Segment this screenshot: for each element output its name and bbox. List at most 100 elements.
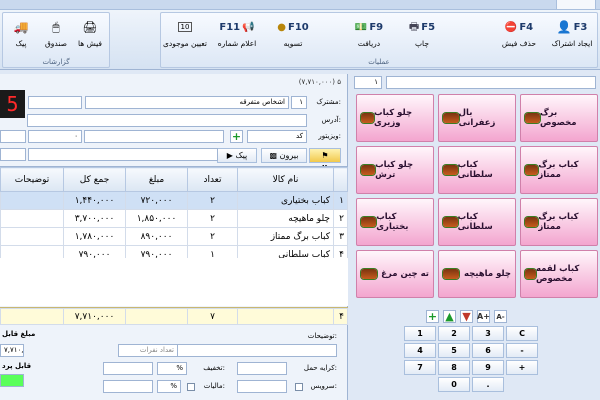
row-count: ۴ bbox=[333, 308, 348, 325]
key-0[interactable]: 0 bbox=[438, 377, 470, 392]
table-row[interactable]: ۱ کباب بختیاری ۲ ۷۲۰,۰۰۰ ۱,۴۴۰,۰۰۰ bbox=[0, 191, 348, 210]
add-waiter-button[interactable]: + bbox=[230, 130, 243, 143]
discount-percent-field[interactable]: % bbox=[157, 362, 187, 375]
table-row[interactable]: ۲ چلو ماهیچه ۲ ۱,۸۵۰,۰۰۰ ۳,۷۰۰,۰۰۰ bbox=[0, 209, 348, 228]
font-increase-button[interactable]: A+ bbox=[477, 310, 490, 323]
font-decrease-icon: A- bbox=[496, 312, 505, 321]
settle-button[interactable]: ● F10 تسویه bbox=[265, 17, 321, 57]
menu-item[interactable]: کباب سلطانی bbox=[438, 146, 516, 194]
key-9[interactable]: 9 bbox=[472, 360, 504, 375]
menu-panel: ۱ برگ مخصوص بال زعفرانی چلو کباب وزیری ک… bbox=[350, 74, 600, 400]
receive-button[interactable]: 💵 F9 دریافت bbox=[343, 17, 395, 57]
food-icon bbox=[443, 217, 458, 227]
cash-register-button[interactable]: 🖱 صندوق bbox=[39, 17, 73, 57]
arrow-down-icon: ▼ bbox=[462, 310, 471, 323]
menu-filter-field[interactable] bbox=[386, 76, 596, 89]
col-total[interactable]: جمع کل bbox=[63, 167, 126, 192]
key-4[interactable]: 4 bbox=[404, 343, 436, 358]
menu-item[interactable]: برگ مخصوص bbox=[520, 94, 598, 142]
menu-item[interactable]: کباب لقمه مخصوص bbox=[520, 250, 598, 298]
service-checkbox[interactable] bbox=[295, 383, 303, 391]
persons-field[interactable]: تعداد نفرات bbox=[118, 344, 178, 357]
subscriber-label: مشترک: bbox=[316, 98, 341, 106]
key-7[interactable]: 7 bbox=[404, 360, 436, 375]
extra-field-1[interactable] bbox=[28, 96, 82, 109]
waiter-code-field[interactable]: کد bbox=[247, 130, 307, 143]
extra-field-2[interactable] bbox=[0, 130, 26, 143]
order-panel: (۷,۷۱۰,۰۰۰) ۵ 5 مشترک: ۱ اشخاص متفرقه + … bbox=[0, 74, 348, 400]
col-qty[interactable]: تعداد bbox=[187, 167, 238, 192]
totals-row: ۴ ۷ ۷,۷۱۰,۰۰۰ bbox=[0, 307, 348, 325]
flag-icon: ⚑ bbox=[321, 151, 329, 160]
notes-field[interactable] bbox=[177, 344, 337, 357]
col-price[interactable]: مبلغ bbox=[125, 167, 188, 192]
move-down-button[interactable]: ▼ bbox=[460, 310, 473, 323]
subscriber-name-field[interactable]: اشخاص متفرقه bbox=[85, 96, 289, 109]
discount-label: تخفیف: bbox=[203, 364, 225, 372]
ribbon-tab-strip bbox=[0, 0, 600, 10]
key-minus[interactable]: - bbox=[506, 343, 538, 358]
courier-button[interactable]: 🚚 پیک bbox=[5, 17, 37, 57]
key-6[interactable]: 6 bbox=[472, 343, 504, 358]
key-2[interactable]: 2 bbox=[438, 326, 470, 341]
menu-item[interactable]: کباب برگ ممتاز bbox=[520, 146, 598, 194]
set-stock-button[interactable]: 10 تعیین موجودی bbox=[161, 17, 209, 57]
menu-item[interactable]: کباب سلطانی bbox=[438, 198, 516, 246]
table-field[interactable] bbox=[28, 148, 218, 161]
menu-item[interactable]: ته چین مرغ bbox=[356, 250, 434, 298]
key-5[interactable]: 5 bbox=[438, 343, 470, 358]
ribbon-tab[interactable] bbox=[556, 0, 596, 10]
address-field[interactable] bbox=[27, 114, 307, 127]
menu-item[interactable]: بال زعفرانی bbox=[438, 94, 516, 142]
key-clear[interactable]: C bbox=[506, 326, 538, 341]
megaphone-icon: 📢 bbox=[242, 21, 255, 33]
paid-field[interactable] bbox=[0, 374, 24, 387]
menu-item[interactable]: کباب برگ ممتاز bbox=[520, 198, 598, 246]
food-icon bbox=[361, 217, 377, 227]
zero-field[interactable]: ۰ bbox=[28, 130, 82, 143]
key-dot[interactable]: . bbox=[472, 377, 504, 392]
create-subscription-button[interactable]: 👤 F3 ایجاد اشتراک bbox=[547, 17, 597, 57]
col-notes[interactable]: توضیحات bbox=[0, 167, 64, 192]
takeout-button[interactable]: ▩ بیرون bbox=[261, 148, 307, 163]
receipts-button[interactable]: 🖨 فیش ها bbox=[73, 17, 107, 57]
add-item-button[interactable]: + bbox=[426, 310, 439, 323]
delivery-button[interactable]: ▶ پیک bbox=[217, 148, 257, 163]
key-1[interactable]: 1 bbox=[404, 326, 436, 341]
fare-field[interactable] bbox=[237, 362, 287, 375]
font-decrease-button[interactable]: A- bbox=[494, 310, 507, 323]
move-up-button[interactable]: ▲ bbox=[443, 310, 456, 323]
paid-label: قابل پرد bbox=[2, 362, 32, 370]
notes-label: توضیحات: bbox=[307, 332, 337, 340]
arrow-up-icon: ▲ bbox=[445, 310, 454, 323]
key-plus[interactable]: + bbox=[506, 360, 538, 375]
subscriber-code-field[interactable]: ۱ bbox=[291, 96, 307, 109]
print-button[interactable]: 🖶 F5 چاپ bbox=[397, 17, 447, 57]
salon-button[interactable]: ⚑ سالن bbox=[309, 148, 341, 173]
extra-field-3[interactable] bbox=[0, 148, 26, 161]
menu-search-field[interactable]: ۱ bbox=[354, 76, 382, 89]
key-8[interactable]: 8 bbox=[438, 360, 470, 375]
menu-item[interactable]: چلو ماهیچه bbox=[438, 250, 516, 298]
menu-toolbar: + ▲ ▼ A+ A- bbox=[426, 310, 507, 323]
cash-icon: 💵 bbox=[354, 21, 368, 33]
waiter-name-field[interactable] bbox=[84, 130, 224, 143]
menu-item[interactable]: کباب بختیاری bbox=[356, 198, 434, 246]
menu-item[interactable]: چلو کباب وزیری bbox=[356, 94, 434, 142]
courier-icon: 🚚 bbox=[13, 20, 29, 34]
menu-item[interactable]: چلو کباب ترش bbox=[356, 146, 434, 194]
service-field[interactable] bbox=[237, 380, 287, 393]
food-icon bbox=[361, 269, 377, 279]
tax-checkbox[interactable] bbox=[187, 383, 195, 391]
key-3[interactable]: 3 bbox=[472, 326, 504, 341]
tax-field[interactable] bbox=[103, 380, 153, 393]
payable-label: مبلغ قابل bbox=[2, 330, 36, 338]
discount-field[interactable] bbox=[103, 362, 153, 375]
waiter-label: ویزیتور: bbox=[318, 132, 341, 140]
delete-receipt-button[interactable]: ⛔ F4 حذف فیش bbox=[493, 17, 545, 57]
col-name[interactable]: نام کالا bbox=[237, 167, 334, 192]
stock-icon: 10 bbox=[177, 22, 193, 32]
tax-percent-field[interactable]: % bbox=[157, 380, 181, 393]
table-row[interactable]: ۳ کباب برگ ممتاز ۲ ۸۹۰,۰۰۰ ۱,۷۸۰,۰۰۰ bbox=[0, 227, 348, 246]
announce-number-button[interactable]: F11 📢 اعلام شماره bbox=[211, 17, 263, 57]
